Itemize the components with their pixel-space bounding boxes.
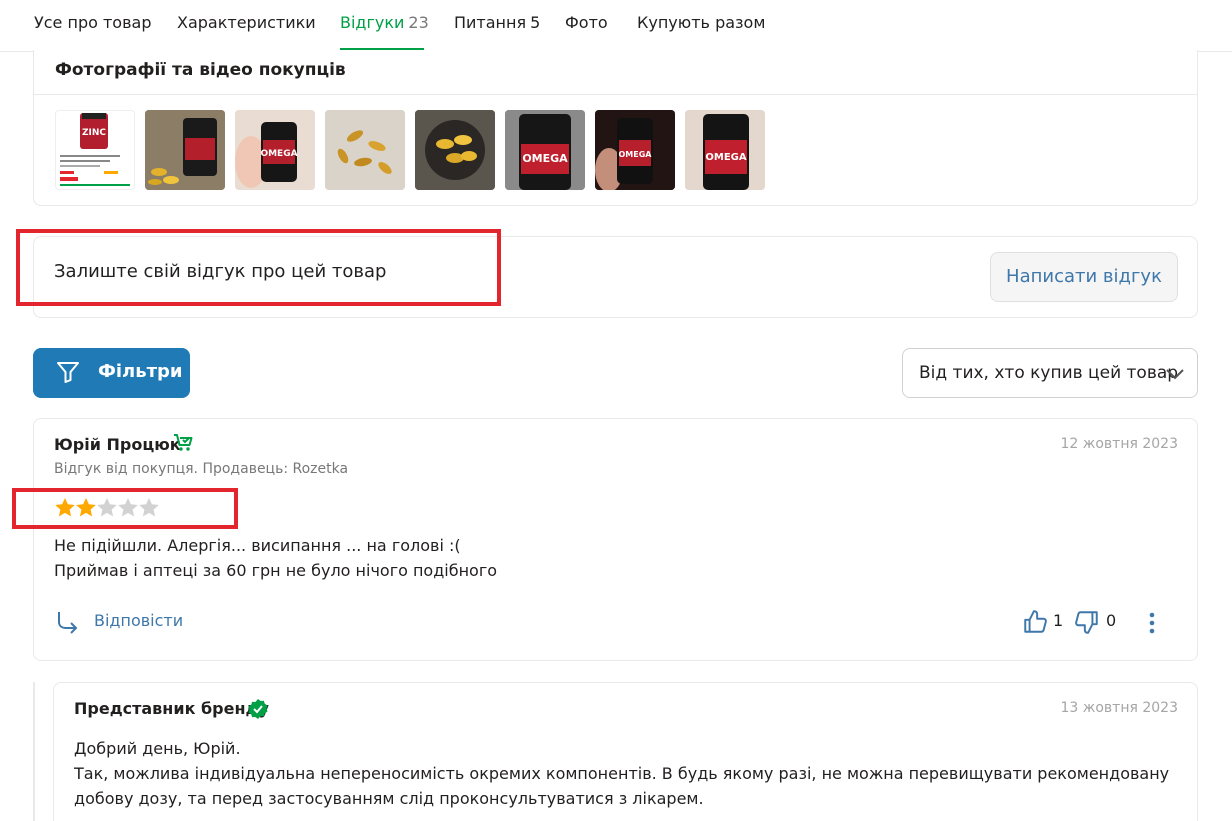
tab-characteristics[interactable]: Характеристики: [177, 13, 316, 32]
photo-thumbnail[interactable]: OMEGA: [685, 110, 765, 190]
review-meta: Відгук від покупця. Продавець: Rozetka: [54, 461, 349, 477]
brand-reply-author: Представник бренду: [74, 699, 269, 718]
brand-reply-text-line: Так, можлива індивідуальна непереносиміс…: [74, 764, 1170, 808]
omega-jar-held-image: OMEGA: [685, 110, 765, 190]
photo-thumbnail[interactable]: ZINC: [55, 110, 135, 190]
tab-reviews[interactable]: Відгуки 23: [340, 13, 429, 32]
highlight-box: [12, 488, 238, 529]
dislikes-count: 0: [1106, 611, 1117, 630]
brand-reply-card: Представник бренду 13 жовтня 2023 Добрий…: [53, 682, 1198, 821]
more-vertical-icon[interactable]: [1148, 611, 1156, 635]
reviews-sort-select[interactable]: Від тих, хто купив цей товар: [902, 348, 1198, 398]
tab-all-about-product[interactable]: Усе про товар: [34, 13, 151, 32]
tab-count: 23: [408, 13, 429, 32]
thumbnail-label: OMEGA: [705, 152, 746, 163]
sort-selected-value: Від тих, хто купив цей товар: [919, 363, 1179, 383]
filters-button[interactable]: Фільтри: [33, 348, 190, 398]
likes-count: 1: [1053, 611, 1064, 630]
photos-title: Фотографії та відео покупців: [55, 60, 346, 80]
thumbs-down-icon[interactable]: [1074, 609, 1100, 635]
review-date: 12 жовтня 2023: [1060, 436, 1178, 452]
omega-jar-image: OMEGA: [505, 110, 585, 190]
tab-label: Усе про товар: [34, 13, 152, 32]
thumbnail-label: OMEGA: [522, 152, 568, 165]
reply-button[interactable]: Відповісти: [94, 611, 183, 630]
divider: [34, 94, 1197, 95]
hand-holding-jar-dark-image: OMEGA: [595, 110, 675, 190]
brand-reply-date: 13 жовтня 2023: [1060, 700, 1178, 716]
product-screenshot-image: ZINC: [60, 113, 130, 186]
reply-thread-line: [33, 682, 35, 821]
photo-thumbnail[interactable]: OMEGA: [505, 110, 585, 190]
review-author: Юрій Процюк: [54, 435, 181, 454]
review-text-line: Приймав і аптеці за 60 грн не було нічог…: [54, 561, 498, 580]
verified-buyer-cart-icon: [174, 434, 193, 451]
tab-label: Відгуки: [340, 13, 405, 32]
tab-questions[interactable]: Питання 5: [454, 13, 540, 32]
chevron-down-icon: [1166, 369, 1184, 380]
tab-photos[interactable]: Фото: [565, 13, 608, 32]
capsules-jar-image: [145, 110, 225, 190]
review-text-line: Не підійшли. Алергія... висипання ... на…: [54, 536, 461, 555]
tab-label: Характеристики: [177, 13, 316, 32]
product-tabs: Усе про товар Характеристики Відгуки 23 П…: [0, 0, 1232, 52]
verified-badge-icon: [248, 699, 268, 719]
tab-label: Питання: [454, 13, 527, 32]
thumbnail-label: OMEGA: [619, 150, 653, 159]
photo-thumbnail[interactable]: OMEGA: [595, 110, 675, 190]
tab-count: 5: [530, 13, 541, 32]
write-review-button[interactable]: Написати відгук: [990, 252, 1178, 302]
brand-reply-text-line: Добрий день, Юрій.: [74, 739, 241, 758]
thumbs-up-icon[interactable]: [1022, 609, 1048, 635]
photo-thumbnail[interactable]: [415, 110, 495, 190]
review-text: Не підійшли. Алергія... висипання ... на…: [54, 533, 497, 583]
customer-photos-section: Фотографії та відео покупців ZINC OMEGA …: [33, 50, 1198, 206]
reply-arrow-icon[interactable]: [56, 610, 80, 634]
photo-thumbnail[interactable]: OMEGA: [235, 110, 315, 190]
thumbnail-label: OMEGA: [260, 149, 297, 159]
brand-reply-text: Добрий день, Юрій. Так, можлива індивіду…: [74, 736, 1179, 811]
filters-label: Фільтри: [98, 361, 183, 382]
filter-funnel-icon: [57, 362, 79, 383]
photo-thumbnail[interactable]: [325, 110, 405, 190]
review-card: Юрій Процюк 12 жовтня 2023 Відгук від по…: [33, 418, 1198, 661]
tab-label: Купують разом: [637, 13, 766, 32]
hand-holding-jar-image: OMEGA: [235, 110, 315, 190]
highlight-box: [16, 229, 501, 306]
tab-bought-together[interactable]: Купують разом: [637, 13, 765, 32]
scattered-capsules-image: [325, 110, 405, 190]
capsules-dish-image: [415, 110, 495, 190]
thumbnail-label: ZINC: [82, 128, 106, 138]
tab-label: Фото: [565, 13, 608, 32]
photo-thumbnail[interactable]: [145, 110, 225, 190]
